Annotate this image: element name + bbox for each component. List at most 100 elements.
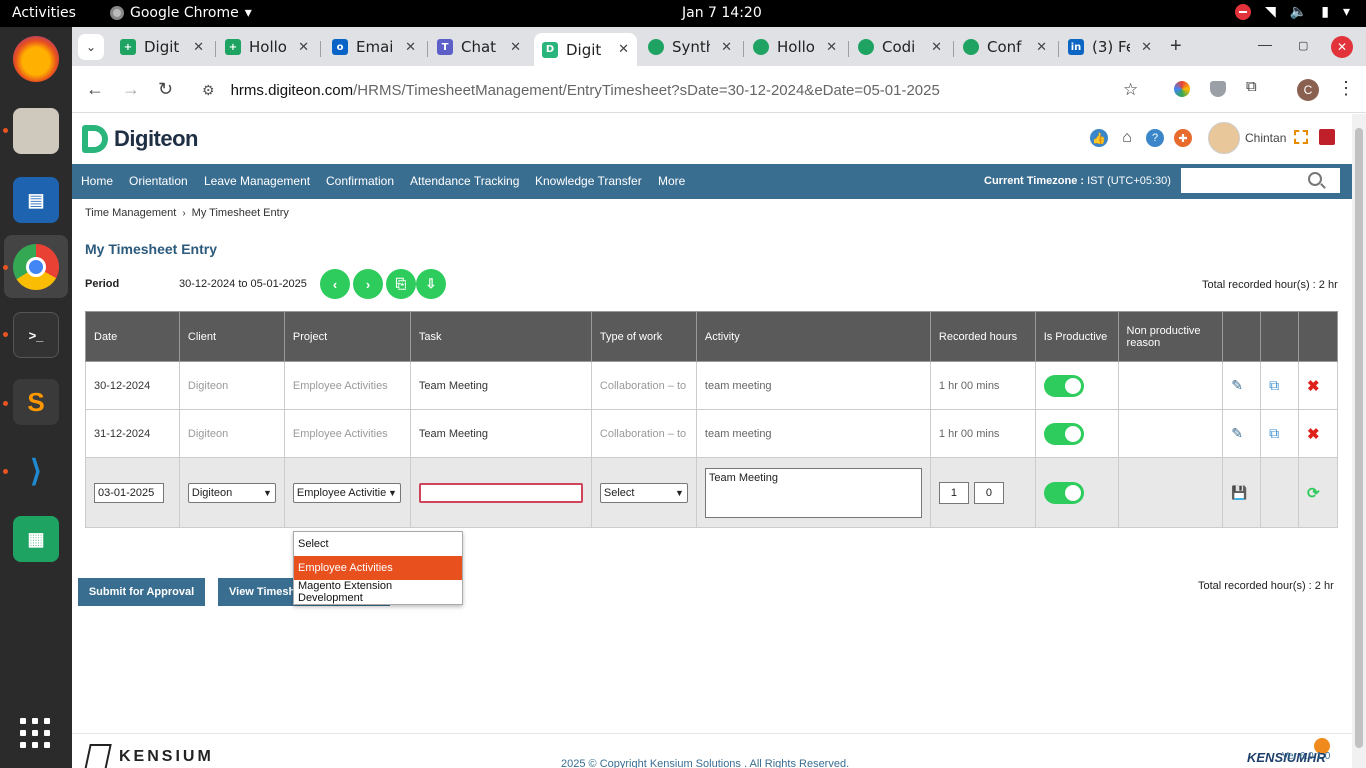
productive-toggle[interactable]	[1043, 374, 1084, 397]
digiteon-logo[interactable]: Digiteon	[82, 125, 199, 153]
copy-icon[interactable]: ⧉	[1269, 377, 1279, 393]
task-input[interactable]	[418, 482, 583, 503]
productive-toggle[interactable]	[1043, 422, 1084, 445]
color-picker-extension-icon[interactable]	[1174, 81, 1190, 97]
refresh-icon[interactable]: ⟳	[1307, 485, 1320, 502]
logout-icon[interactable]	[1319, 129, 1335, 145]
show-apps-icon[interactable]	[20, 718, 50, 748]
shield-extension-icon[interactable]	[1210, 81, 1226, 97]
save-icon[interactable]: 💾	[1231, 485, 1247, 500]
nav-leave-management[interactable]: Leave Management	[204, 174, 310, 188]
thumbs-up-icon[interactable]: 👍	[1090, 129, 1108, 147]
page-scrollbar[interactable]	[1352, 114, 1366, 768]
tab[interactable]: Synth ✕	[640, 33, 740, 61]
battery-icon[interactable]: ▮	[1321, 4, 1329, 20]
close-icon[interactable]: ✕	[193, 40, 204, 55]
project-dropdown-list[interactable]: Select Employee Activities Magento Exten…	[293, 531, 463, 605]
extensions-puzzle-icon[interactable]: ⧉	[1246, 78, 1262, 95]
reload-icon[interactable]: ↻	[158, 79, 173, 100]
close-icon[interactable]: ✕	[826, 40, 837, 55]
close-icon[interactable]: ✕	[405, 40, 416, 55]
terminal-icon[interactable]: >_	[13, 312, 59, 358]
previous-week-button[interactable]: ‹	[320, 269, 350, 299]
activity-textarea[interactable]: Team Meeting	[704, 467, 922, 518]
activities-button[interactable]: Activities	[12, 5, 76, 21]
scrollbar-thumb[interactable]	[1355, 128, 1363, 748]
nav-orientation[interactable]: Orientation	[129, 174, 188, 188]
tab-search-button[interactable]: ⌄	[78, 34, 104, 60]
pencil-icon[interactable]: ✎	[1231, 377, 1243, 393]
forward-icon[interactable]: →	[122, 79, 140, 100]
username[interactable]: Chintan	[1245, 131, 1286, 145]
minimize-button[interactable]: —	[1258, 36, 1272, 52]
pencil-icon[interactable]: ✎	[1231, 425, 1243, 441]
writer-icon[interactable]: ▤	[13, 177, 59, 223]
copy-timesheet-icon[interactable]: ⎘	[386, 269, 416, 299]
clock[interactable]: Jan 7 14:20	[682, 5, 762, 21]
close-icon[interactable]: ✕	[618, 42, 629, 57]
productive-toggle[interactable]	[1043, 481, 1084, 504]
minutes-input[interactable]: 0	[973, 481, 1004, 504]
files-icon[interactable]	[13, 108, 59, 154]
url-text[interactable]: hrms.digiteon.com/HRMS/TimesheetManageme…	[231, 82, 940, 99]
submit-for-approval-button[interactable]: Submit for Approval	[78, 578, 205, 606]
nav-knowledge-transfer[interactable]: Knowledge Transfer	[535, 174, 642, 188]
new-tab-button[interactable]: +	[1170, 35, 1182, 58]
help-icon[interactable]: ?	[1146, 129, 1164, 147]
type-of-work-select[interactable]: Select ▼	[599, 482, 688, 503]
close-icon[interactable]: ✕	[1141, 40, 1152, 55]
nav-attendance-tracking[interactable]: Attendance Tracking	[410, 174, 519, 188]
app-menu[interactable]: Google Chrome ▾	[110, 5, 252, 21]
do-not-disturb-icon[interactable]	[1235, 4, 1252, 20]
close-icon[interactable]: ✕	[931, 40, 942, 55]
close-icon[interactable]: ✕	[510, 40, 521, 55]
tab[interactable]: in (3) Fe ✕	[1060, 33, 1160, 61]
back-icon[interactable]: ←	[86, 79, 104, 100]
tab[interactable]: o Emai ✕	[324, 33, 424, 61]
tab[interactable]: T Chat ✕	[429, 33, 529, 61]
close-window-button[interactable]: ✕	[1331, 36, 1353, 58]
download-icon[interactable]: ⇩	[416, 269, 446, 299]
delete-icon[interactable]: ✖	[1307, 378, 1320, 395]
bookmark-star-icon[interactable]: ☆	[1123, 80, 1138, 100]
address-bar[interactable]: ⚙ hrms.digiteon.com/HRMS/TimesheetManage…	[192, 73, 1152, 107]
close-icon[interactable]: ✕	[721, 40, 732, 55]
nav-confirmation[interactable]: Confirmation	[326, 174, 394, 188]
tab[interactable]: Codi ✕	[850, 33, 950, 61]
tab[interactable]: Conf ✕	[955, 33, 1055, 61]
dropdown-option[interactable]: Select	[294, 532, 462, 556]
power-menu-icon[interactable]: ▾	[1343, 4, 1350, 20]
hours-input[interactable]: 1	[938, 481, 969, 504]
profile-avatar[interactable]: C	[1297, 79, 1319, 101]
project-select[interactable]: Employee Activitie ▼	[292, 482, 401, 503]
tab[interactable]: Hollo ✕	[745, 33, 845, 61]
wifi-icon[interactable]: ◥	[1265, 4, 1276, 20]
tab[interactable]: + Hollo ✕	[217, 33, 317, 61]
home-icon[interactable]: ⌂	[1118, 129, 1136, 147]
next-week-button[interactable]: ›	[353, 269, 383, 299]
chrome-dock-icon[interactable]	[13, 244, 59, 290]
sublime-text-icon[interactable]: S	[13, 379, 59, 425]
nav-home[interactable]: Home	[81, 174, 113, 188]
support-icon[interactable]: ✚	[1174, 129, 1192, 147]
nav-more[interactable]: More	[658, 174, 685, 188]
close-icon[interactable]: ✕	[298, 40, 309, 55]
search-icon[interactable]	[1308, 172, 1322, 186]
breadcrumb-parent[interactable]: Time Management	[85, 207, 176, 219]
delete-icon[interactable]: ✖	[1307, 426, 1320, 443]
volume-icon[interactable]: 🔈	[1290, 4, 1307, 20]
calc-icon[interactable]: ▦	[13, 516, 59, 562]
site-info-icon[interactable]: ⚙	[202, 82, 215, 99]
vscode-icon[interactable]: ⟩	[13, 448, 59, 494]
user-avatar[interactable]	[1208, 122, 1240, 154]
maximize-button[interactable]: ▢	[1298, 39, 1308, 52]
system-tray[interactable]: ◥ 🔈 ▮ ▾	[1235, 4, 1350, 20]
dropdown-option[interactable]: Magento Extension Development	[294, 580, 462, 604]
tab-active[interactable]: D Digit ✕	[534, 33, 637, 66]
firefox-icon[interactable]	[13, 36, 59, 82]
more-menu-icon[interactable]: ⋮	[1337, 78, 1355, 99]
close-icon[interactable]: ✕	[1036, 40, 1047, 55]
dropdown-option-selected[interactable]: Employee Activities	[294, 556, 462, 580]
notes-icon[interactable]	[1294, 130, 1308, 144]
date-input[interactable]: 03-01-2025	[94, 482, 164, 503]
